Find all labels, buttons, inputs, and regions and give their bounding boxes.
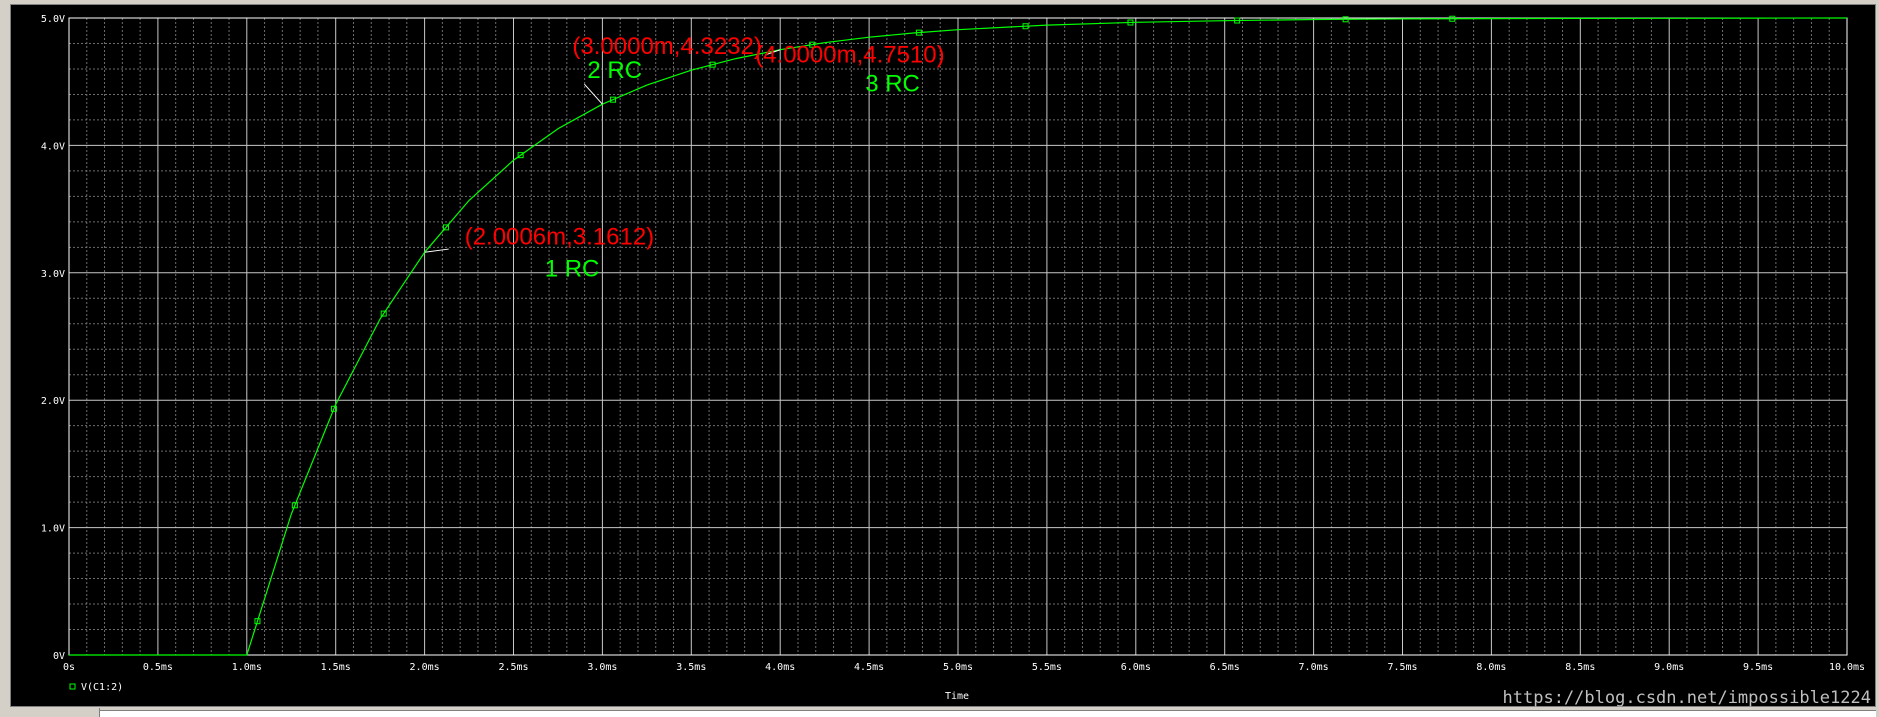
watermark-text: https://blog.csdn.net/impossible1224	[1503, 688, 1871, 708]
x-tick-label: 1.0ms	[232, 662, 262, 673]
x-axis-title: Time	[945, 691, 969, 702]
x-tick-label: 8.5ms	[1565, 662, 1595, 673]
y-tick-label: 0V	[53, 651, 65, 662]
x-tick-label: 5.0ms	[943, 662, 973, 673]
annotation-label: 1 RC	[545, 255, 600, 282]
probe-plot-window: 0s 0.5ms 1.0ms 1.5ms 2.0ms 2.5ms 3.0ms 3.5ms 4.0…	[10, 4, 1876, 708]
legend-label: V(C1:2)	[81, 682, 123, 693]
annotation-leader	[584, 83, 603, 105]
transient-plot: 0s 0.5ms 1.0ms 1.5ms 2.0ms 2.5ms 3.0ms 3.5ms 4.0…	[41, 14, 1871, 708]
x-tick-label: 2.5ms	[498, 662, 528, 673]
x-tick-label: 7.0ms	[1299, 662, 1329, 673]
legend: V(C1:2)	[69, 682, 123, 693]
annotation-leader	[424, 248, 449, 253]
bottom-tab-edge	[0, 708, 100, 717]
annotation-coord-text: (3.0000m,4.3232)	[572, 33, 761, 60]
x-tick-label: 7.5ms	[1387, 662, 1417, 673]
bottom-panel-edge	[0, 708, 1879, 717]
annotation-label: 3 RC	[865, 71, 920, 98]
annotation-coord-text: (2.0006m,3.1612)	[465, 223, 654, 250]
x-tick-label: 3.5ms	[676, 662, 706, 673]
annotation-1: (2.0006m,3.1612) 1 RC	[424, 223, 654, 282]
y-tick-label: 1.0V	[41, 524, 65, 535]
x-tick-label: 5.5ms	[1032, 662, 1062, 673]
x-tick-label: 6.0ms	[1121, 662, 1151, 673]
annotation-label: 2 RC	[587, 57, 642, 84]
x-tick-label: 9.0ms	[1654, 662, 1684, 673]
x-tick-label: 10.0ms	[1829, 662, 1865, 673]
y-tick-label: 3.0V	[41, 269, 65, 280]
x-tick-label: 8.0ms	[1476, 662, 1506, 673]
x-tick-label: 4.0ms	[765, 662, 795, 673]
x-tick-label: 6.5ms	[1210, 662, 1240, 673]
x-tick-label: 2.0ms	[410, 662, 440, 673]
legend-marker	[69, 683, 76, 690]
y-tick-label: 2.0V	[41, 396, 65, 407]
x-tick-label: 4.5ms	[854, 662, 884, 673]
x-tick-label: 9.5ms	[1743, 662, 1773, 673]
x-tick-label: 1.5ms	[321, 662, 351, 673]
x-tick-label: 0.5ms	[143, 662, 173, 673]
y-tick-label: 4.0V	[41, 141, 65, 152]
bottom-field-edge	[100, 710, 1876, 717]
y-tick-label: 5.0V	[41, 14, 65, 25]
annotation-3: (4.0000m,4.7510)3 RC	[755, 42, 944, 98]
x-tick-label: 3.0ms	[587, 662, 617, 673]
major-grid	[68, 17, 1848, 656]
annotation-coord-text: (4.0000m,4.7510)	[755, 42, 944, 69]
x-tick-label: 0s	[63, 662, 75, 673]
